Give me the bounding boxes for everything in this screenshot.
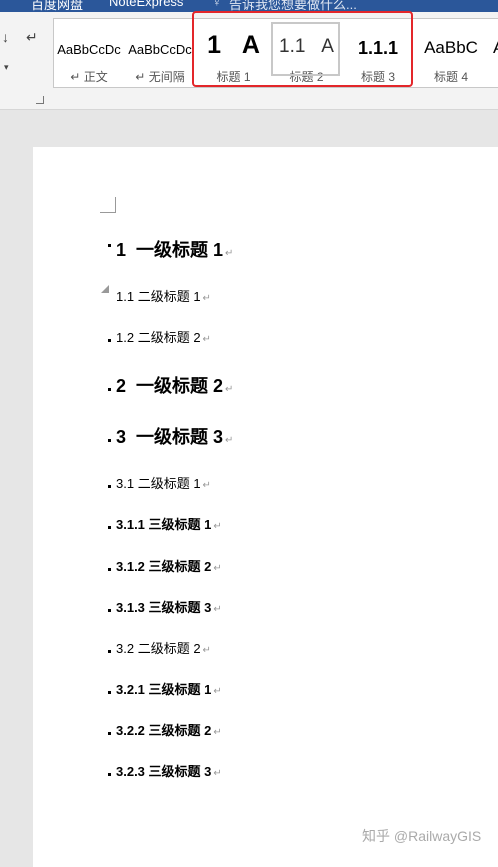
sort-icon[interactable]: ↓ [2,29,9,45]
noteexpress-tab[interactable]: NoteExpress [109,0,183,9]
collapse-triangle-icon[interactable] [101,285,109,293]
style-preview: AaBbCcDc [57,42,121,57]
document-page[interactable] [33,147,498,867]
margin-corner-mark [100,197,116,213]
style-preview: AaBbC [424,38,478,57]
style-no-spacing[interactable]: AaBbCcDc ↵ 无间隔 [125,19,195,87]
style-name: 标题 4 [433,70,468,84]
dialog-launcher-icon[interactable] [36,96,44,104]
show-marks-icon[interactable]: ↵ [26,29,38,46]
style-preview: AaBbCcDc [128,42,192,57]
watermark: 知乎 @RailwayGIS [362,828,482,844]
highlight-annotation [192,11,413,87]
baidu-netdisk-tab[interactable]: 百度网盘 [31,0,83,12]
paragraph-tools: ↓ ↵ ▾ [0,12,48,109]
para-mark-icon: ↵ [70,70,81,84]
para-mark-icon: ↵ [135,70,146,84]
style-preview: A [493,38,498,58]
style-name: 正文 [83,70,108,84]
style-heading-4[interactable]: AaBbC 标题 4 [415,19,487,87]
style-name: 无间隔 [148,70,185,84]
style-normal[interactable]: AaBbCcDc ↵ 正文 [54,19,124,87]
style-next[interactable]: A [488,19,498,87]
dropdown-icon[interactable]: ▾ [4,62,9,73]
lightbulb-icon: ♀ [212,0,222,9]
